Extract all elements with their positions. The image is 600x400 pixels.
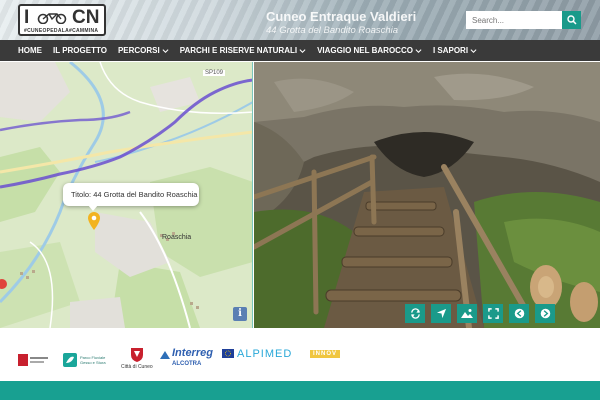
map-info-button[interactable]: i bbox=[233, 307, 247, 321]
header: I CN #CUNEOPEDALA#CAMMINA Cuneo Entraque… bbox=[0, 0, 600, 40]
search-icon bbox=[566, 15, 577, 25]
innov-logo[interactable]: INNOV bbox=[310, 350, 341, 358]
search-input[interactable] bbox=[466, 11, 562, 29]
route-map[interactable]: SP109 Roaschia Titolo: 44 Grotta del Ban… bbox=[0, 62, 253, 328]
alcotra-text: ALCOTRA bbox=[172, 361, 202, 367]
bike-icon bbox=[37, 13, 67, 24]
page-subtitle: 44 Grotta del Bandito Roaschia bbox=[266, 25, 399, 36]
nav-label: PARCHI E RISERVE NATURALI bbox=[179, 46, 298, 55]
cuneo-logo[interactable]: Città di Cuneo bbox=[121, 346, 153, 374]
footer-bar bbox=[0, 381, 600, 400]
trail-photo bbox=[254, 62, 600, 328]
eu-flag-icon bbox=[222, 349, 234, 358]
logo-tagline: #CUNEOPEDALA#CAMMINA bbox=[24, 28, 99, 34]
chevron-down-icon bbox=[162, 49, 169, 53]
nav-label: HOME bbox=[18, 46, 42, 55]
nav-label: VIAGGIO NEL BAROCCO bbox=[317, 46, 413, 55]
navigate-icon bbox=[436, 308, 446, 319]
map-popup: Titolo: 44 Grotta del Bandito Roaschia bbox=[63, 183, 199, 206]
photo-image bbox=[254, 62, 600, 328]
nav-item-percorsi[interactable]: PERCORSI bbox=[118, 46, 169, 55]
site-logo[interactable]: I CN #CUNEOPEDALA#CAMMINA bbox=[18, 4, 106, 36]
crest-icon bbox=[131, 348, 143, 362]
emblem-icon bbox=[160, 351, 170, 359]
chevron-down-icon bbox=[470, 49, 477, 53]
nav-label: IL PROGETTO bbox=[53, 46, 107, 55]
map-popup-tail bbox=[88, 205, 98, 211]
fullscreen-button[interactable] bbox=[483, 304, 503, 323]
nav-label: PERCORSI bbox=[117, 46, 160, 55]
nav-item-barocco[interactable]: VIAGGIO NEL BAROCCO bbox=[317, 46, 422, 55]
nav-item-sapori[interactable]: I SAPORI bbox=[433, 46, 477, 55]
interreg-logo[interactable]: Interreg ALCOTRA bbox=[172, 347, 220, 375]
leaf-icon bbox=[63, 353, 77, 367]
chevron-down-icon bbox=[299, 49, 306, 53]
previous-icon bbox=[514, 308, 524, 319]
nav-item-home[interactable]: HOME bbox=[18, 46, 42, 55]
logo-letter: I bbox=[24, 7, 31, 28]
nav-label: I SAPORI bbox=[432, 46, 469, 55]
refresh-button[interactable] bbox=[405, 304, 425, 323]
regione-logo[interactable] bbox=[18, 352, 48, 368]
parco-name: Parco Fluviale Gesso e Stura bbox=[80, 355, 106, 365]
town-label: Roaschia bbox=[162, 234, 192, 241]
partner-logos: Parco Fluviale Gesso e Stura Città di Cu… bbox=[0, 340, 600, 378]
road-label: SP109 bbox=[203, 70, 226, 76]
chevron-down-icon bbox=[415, 49, 422, 53]
alpimed-logo[interactable]: ALPIMED bbox=[237, 348, 292, 360]
photo-controls bbox=[405, 304, 561, 323]
nav-item-il-progetto[interactable]: IL PROGETTO bbox=[53, 46, 107, 55]
main-nav: HOME IL PROGETTO PERCORSI PARCHI E RISER… bbox=[0, 40, 600, 61]
page-title: Cuneo Entraque Valdieri bbox=[266, 9, 417, 24]
search-button[interactable] bbox=[562, 11, 581, 29]
cuneo-name: Città di Cuneo bbox=[121, 364, 153, 370]
parco-logo[interactable]: Parco Fluviale Gesso e Stura bbox=[63, 350, 111, 370]
landscape-button[interactable] bbox=[457, 304, 477, 323]
emblem-logo[interactable] bbox=[160, 348, 170, 366]
map-marker-icon[interactable] bbox=[88, 212, 100, 230]
next-icon bbox=[540, 308, 550, 319]
next-button[interactable] bbox=[535, 304, 555, 323]
interreg-text: Interreg bbox=[172, 347, 213, 359]
landscape-icon bbox=[461, 309, 473, 318]
navigate-button[interactable] bbox=[431, 304, 451, 323]
nav-item-parchi[interactable]: PARCHI E RISERVE NATURALI bbox=[180, 46, 306, 55]
logo-cn: CN bbox=[72, 7, 100, 28]
search-form bbox=[466, 11, 581, 29]
fullscreen-icon bbox=[487, 308, 499, 319]
refresh-icon bbox=[410, 308, 420, 319]
previous-button[interactable] bbox=[509, 304, 529, 323]
